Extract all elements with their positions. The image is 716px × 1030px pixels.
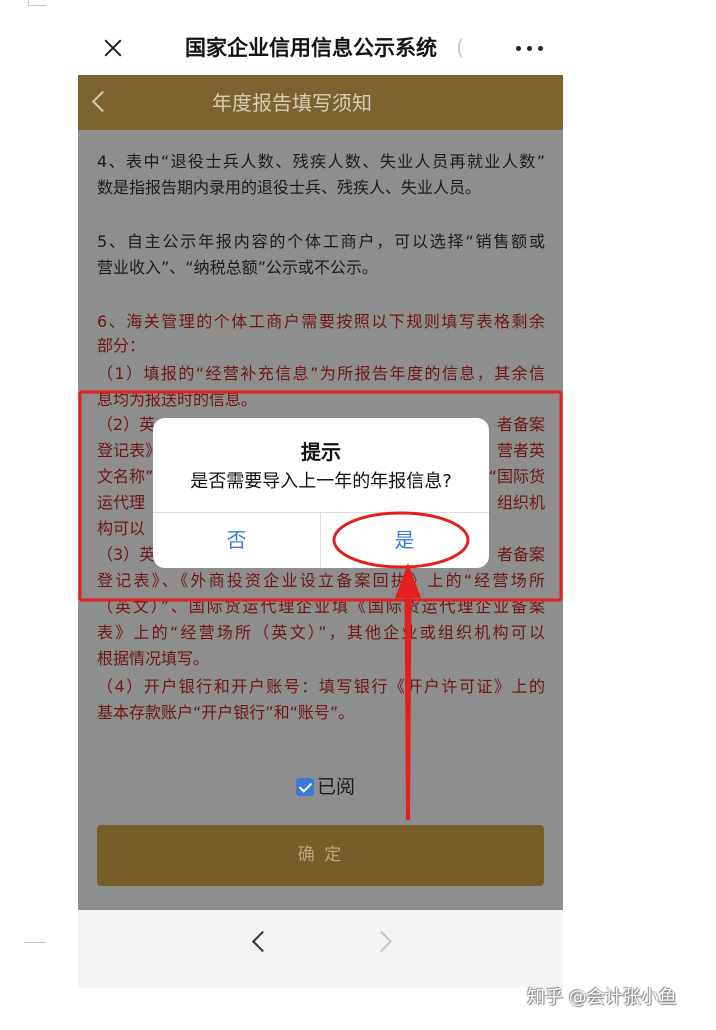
notice-line: 营业收入”、“纳税总额”公示或不公示。 [97,258,378,277]
rule-fragment-right: 者备案 [496,545,545,564]
crop-mark [28,5,46,6]
rule-fragment-left: 构可以 [97,519,146,538]
crop-mark [24,942,46,943]
rule-line: 根据情况填写。 [97,649,210,668]
watermark: 知乎 @会计张小鱼 [527,987,677,1008]
dialog-title: 提示 [301,440,341,464]
chevron-left-icon[interactable] [91,90,114,113]
rule-line: 6、海关管理的个体工商户需要按照以下规则填写表格剩余 [97,312,545,331]
import-prompt-dialog: 提示 是否需要导入上一年的年报信息? 否 是 [153,418,489,568]
rule-fragment-left: 运代理 [97,493,146,512]
rule-line: 息均为报送时的信息。 [97,390,258,409]
rule-fragment-left: 文名称” [97,467,154,486]
close-icon[interactable] [103,38,123,58]
more-dots-icon[interactable] [516,46,544,52]
rule-line: （英文）”、国际货运代理企业填《国际货运代理企业备案 [97,597,545,616]
chevron-right-icon [370,930,393,953]
page-title: 年度报告填写须知 [212,91,372,115]
rule-line: （1）填报的“经营补充信息”为所报告年度的信息，其余信 [97,364,545,383]
rule-fragment-right: 组织机 [496,493,545,512]
notice-line: 数是指报告期内录用的退役士兵、残疾人、失业人员。 [97,178,482,197]
browser-title: 国家企业信用信息公示系统 [185,36,437,60]
bottom-nav-bar [78,910,563,988]
rule-fragment-right: 营者英 [496,441,545,460]
notice-line: 5、自主公示年报内容的个体工商户，可以选择“销售额或 [97,232,545,251]
browser-title-overflow: ( [456,36,465,60]
notice-line: 4、表中“退役士兵人数、残疾人数、失业人员再就业人数” [97,152,545,171]
confirm-button[interactable]: 确 定 [97,825,544,886]
rule-line: 基本存款账户“开户银行”和“账号”。 [97,703,355,722]
read-checkbox-label[interactable]: 已阅 [317,775,355,799]
rule-fragment-left: （3）英 [97,545,156,564]
dialog-no-button[interactable]: 否 [153,513,320,568]
dialog-yes-button[interactable]: 是 [321,513,488,568]
rule-fragment-left: （2）英 [97,415,156,434]
rule-line: （4）开户银行和开户账号：填写银行《开户许可证》上的 [97,677,545,696]
read-checkbox[interactable] [296,778,314,796]
rule-line: 部分： [97,336,146,355]
rule-fragment-right: 者备案 [496,415,545,434]
page-header: 年度报告填写须知 [78,75,563,130]
dialog-message: 是否需要导入上一年的年报信息? [190,471,452,492]
rule-line: 表》上的“经营场所（英文）”，其他企业或组织机构可以 [97,623,545,642]
rule-line: 登记表》、《外商投资企业设立备案回执》上的“经营场所 [97,571,545,590]
chevron-left-icon[interactable] [251,930,274,953]
rule-fragment-right: “国际货 [488,467,545,486]
